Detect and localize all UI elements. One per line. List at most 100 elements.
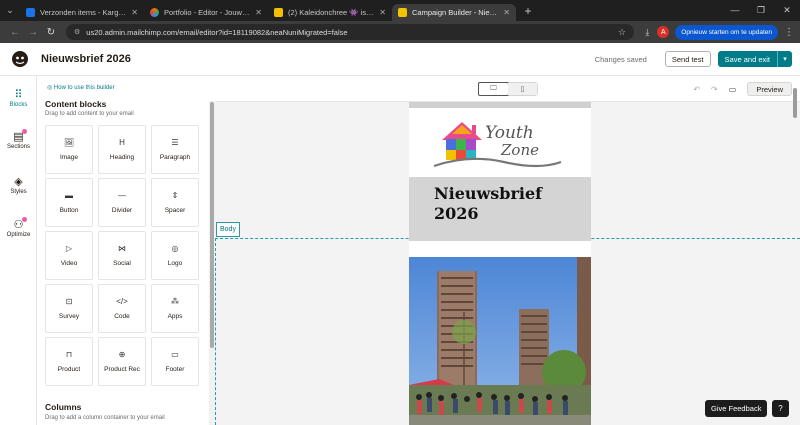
profile-avatar[interactable]: A (657, 26, 670, 38)
send-test-button[interactable]: Send test (664, 51, 711, 67)
browser-tab-2[interactable]: Portfolio - Editor - JouwWeb ✕ (144, 4, 268, 21)
close-icon[interactable]: ✕ (503, 8, 510, 17)
image-icon: 🖼 (63, 138, 75, 147)
rail-label: Styles (10, 189, 27, 195)
undo-icon[interactable]: ↶ (693, 85, 700, 94)
browser-tab-3[interactable]: (2) Kaleidonchree 👾 is aan het ✕ (268, 4, 392, 21)
block-heading[interactable]: H Heading (98, 125, 146, 174)
reload-icon[interactable]: ↻ (42, 27, 60, 38)
outlook-favicon-icon (26, 8, 35, 17)
comment-icon[interactable]: ▭ (729, 85, 737, 94)
jouwweb-favicon-icon (150, 8, 159, 17)
rail-label: Sections (6, 144, 30, 150)
product-rec-icon: ⊕ (118, 350, 126, 359)
block-label: Code (114, 313, 130, 320)
block-label: Product (57, 366, 81, 373)
newsletter-title[interactable]: Nieuwsbrief 2026 (434, 184, 584, 224)
help-button[interactable]: ? (772, 400, 789, 417)
url-field[interactable]: ⚙ us20.admin.mailchimp.com/email/editor?… (66, 24, 634, 40)
email-canvas: 🖵 ▯ ↶ ↷ ▭ Preview Body Youth Zone Nieuws… (215, 76, 800, 425)
block-label: Paragraph (159, 154, 191, 161)
desktop-icon[interactable]: 🖵 (478, 82, 509, 96)
block-survey[interactable]: ⊡ Survey (45, 284, 93, 333)
browser-tab-1[interactable]: Verzonden items - Kargbo Abd ✕ (20, 4, 144, 21)
apps-icon: ⁂ (171, 297, 179, 306)
help-circle-icon: ◎ (47, 85, 53, 91)
rail-item-optimize[interactable]: ⚇ Optimize (0, 217, 37, 238)
rail-item-styles[interactable]: ◈ Styles (0, 175, 37, 195)
update-button[interactable]: Opnieuw starten om te updaten (675, 24, 778, 40)
site-settings-icon[interactable]: ⚙ (74, 28, 80, 36)
bookmark-star-icon[interactable]: ☆ (618, 27, 626, 38)
tab-search-icon[interactable]: ⌄ (0, 0, 20, 21)
block-divider[interactable]: — Divider (98, 178, 146, 227)
block-logo[interactable]: ◎ Logo (151, 231, 199, 280)
browser-menu-icon[interactable]: ⋮ (784, 27, 794, 38)
campaign-title[interactable]: Nieuwsbrief 2026 (41, 53, 131, 65)
forward-icon[interactable]: → (24, 27, 42, 38)
back-icon[interactable]: ← (6, 27, 24, 38)
canvas-scroll-thumb[interactable] (793, 88, 797, 118)
event-photo-image (409, 257, 591, 425)
svg-text:Zone: Zone (500, 141, 539, 159)
block-label: Survey (58, 313, 80, 320)
logo-block[interactable]: Youth Zone (409, 108, 591, 177)
address-bar-row: ← → ↻ ⚙ us20.admin.mailchimp.com/email/e… (0, 21, 800, 43)
device-toggle: 🖵 ▯ (478, 82, 538, 96)
content-blocks-subtitle: Drag to add content to your email (45, 111, 134, 117)
block-video[interactable]: ▷ Video (45, 231, 93, 280)
rail-label: Optimize (6, 232, 31, 238)
code-icon: </> (116, 297, 128, 306)
minimize-icon[interactable]: — (722, 0, 748, 21)
tab-title: (2) Kaleidonchree 👾 is aan het (288, 8, 375, 17)
new-tab-icon[interactable]: + (518, 4, 538, 18)
mobile-icon[interactable]: ▯ (508, 83, 537, 95)
block-grid: 🖼 Image H Heading ☰ Paragraph ▬ Button — Divider ⇕… (45, 125, 199, 386)
photo-block[interactable] (409, 257, 591, 425)
block-image[interactable]: 🖼 Image (45, 125, 93, 174)
browser-tab-4[interactable]: Campaign Builder - Nieuwsbrief ✕ (392, 4, 516, 21)
social-icon: ⋈ (118, 244, 126, 253)
maximize-icon[interactable]: ❐ (748, 0, 774, 21)
block-product-rec[interactable]: ⊕ Product Rec (98, 337, 146, 386)
divider-icon: — (118, 191, 126, 200)
block-footer[interactable]: ▭ Footer (151, 337, 199, 386)
block-paragraph[interactable]: ☰ Paragraph (151, 125, 199, 174)
survey-icon: ⊡ (65, 297, 73, 306)
canvas-scrollbar[interactable] (793, 88, 798, 425)
paint-icon: ◈ (14, 176, 23, 188)
close-icon[interactable]: ✕ (379, 8, 386, 17)
youth-zone-logo-icon: Youth Zone (433, 122, 562, 168)
block-spacer[interactable]: ⇕ Spacer (151, 178, 199, 227)
block-code[interactable]: </> Code (98, 284, 146, 333)
block-label: Divider (111, 207, 133, 214)
rail-item-sections[interactable]: ▤ Sections (0, 129, 37, 150)
how-to-link[interactable]: ◎ How to use this builder (47, 84, 115, 91)
block-product[interactable]: ⊓ Product (45, 337, 93, 386)
block-label: Logo (167, 260, 183, 267)
block-social[interactable]: ⋈ Social (98, 231, 146, 280)
product-icon: ⊓ (65, 350, 73, 359)
panel-scroll-thumb[interactable] (210, 102, 214, 348)
give-feedback-button[interactable]: Give Feedback (705, 400, 768, 417)
close-window-icon[interactable]: ✕ (774, 0, 800, 21)
chevron-down-icon[interactable]: ▾ (777, 51, 792, 67)
block-label: Image (59, 154, 79, 161)
block-label: Heading (109, 154, 135, 161)
redo-icon[interactable]: ↷ (711, 85, 718, 94)
save-exit-button[interactable]: Save and exit (717, 51, 777, 67)
download-icon[interactable]: ⤓ (645, 27, 649, 38)
close-icon[interactable]: ✕ (131, 8, 138, 17)
block-apps[interactable]: ⁂ Apps (151, 284, 199, 333)
body-label[interactable]: Body (216, 222, 240, 237)
block-button[interactable]: ▬ Button (45, 178, 93, 227)
left-rail: ⠿ Blocks ▤ Sections ◈ Styles ⚇ Optimize (0, 76, 37, 425)
mailchimp-logo-icon[interactable] (10, 49, 30, 69)
canvas-toolbar: 🖵 ▯ ↶ ↷ ▭ Preview (215, 76, 800, 102)
block-label: Social (113, 260, 131, 267)
preview-button[interactable]: Preview (747, 82, 792, 96)
logo-icon: ◎ (171, 244, 179, 253)
rail-item-blocks[interactable]: ⠿ Blocks (0, 88, 37, 108)
close-icon[interactable]: ✕ (255, 8, 262, 17)
columns-subtitle: Drag to add a column container to your e… (45, 415, 165, 421)
